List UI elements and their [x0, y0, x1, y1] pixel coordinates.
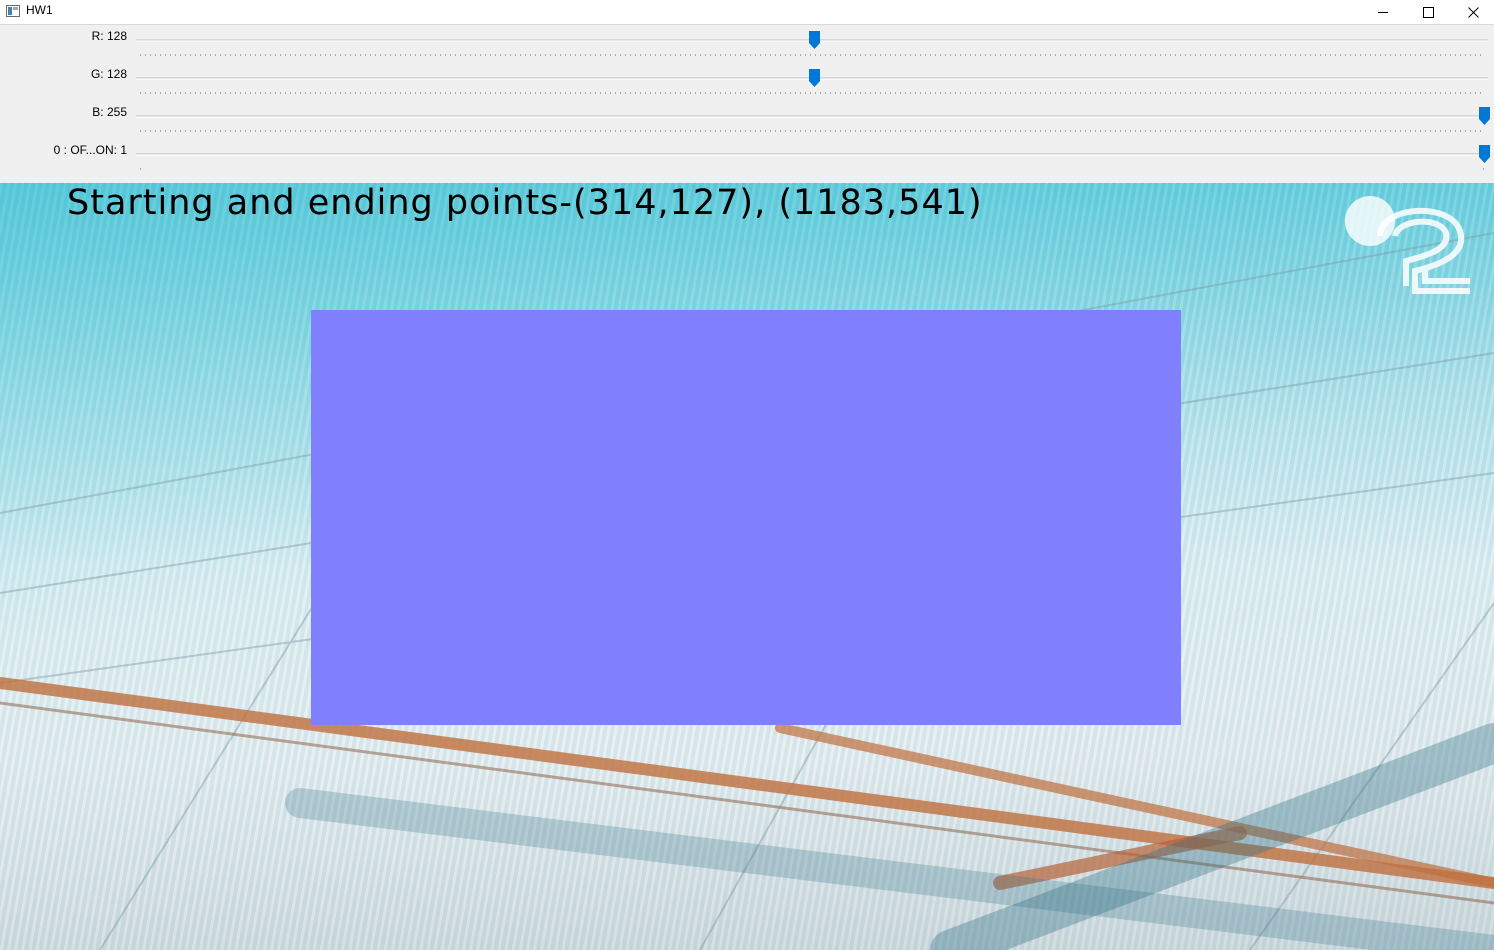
trackbar-switch-ticks — [140, 168, 1484, 170]
trackbar-switch-thumb[interactable] — [1478, 145, 1490, 163]
close-icon — [1467, 6, 1479, 18]
window-titlebar: HW1 — [0, 0, 1494, 25]
watermark-logo — [1340, 191, 1480, 301]
trackbar-g-label: G: 128 — [90, 67, 127, 81]
maximize-icon — [1422, 6, 1434, 18]
trackbar-g: G: 128 — [0, 65, 1494, 103]
trackbar-panel: R: 128 G: 128 B: 255 0 : OF...ON: 1 — [0, 25, 1494, 183]
app-window-icon — [6, 4, 20, 18]
minimize-button[interactable] — [1360, 0, 1406, 24]
trackbar-b-thumb[interactable] — [1478, 107, 1490, 125]
trackbar-r-ticks — [140, 54, 1484, 56]
minimize-icon — [1377, 7, 1389, 18]
trackbar-b-ticks — [140, 130, 1484, 132]
drawn-rectangle — [311, 310, 1181, 725]
trackbar-r-thumb[interactable] — [809, 31, 821, 49]
trackbar-switch-label: 0 : OF...ON: 1 — [53, 143, 127, 157]
trackbar-b-track[interactable] — [136, 115, 1488, 118]
points-caption: Starting and ending points-(314,127), (1… — [67, 183, 983, 223]
trackbar-switch-track[interactable] — [136, 153, 1488, 156]
close-button[interactable] — [1450, 0, 1494, 24]
trackbar-r-label: R: 128 — [91, 29, 127, 43]
trackbar-switch: 0 : OF...ON: 1 — [0, 141, 1494, 179]
trackbar-r: R: 128 — [0, 27, 1494, 65]
trackbar-b: B: 255 — [0, 103, 1494, 141]
image-canvas[interactable]: Starting and ending points-(314,127), (1… — [0, 183, 1494, 950]
trackbar-g-ticks — [140, 92, 1484, 94]
trackbar-g-thumb[interactable] — [809, 69, 821, 87]
maximize-button[interactable] — [1405, 0, 1451, 24]
window-title: HW1 — [26, 3, 53, 17]
trackbar-b-label: B: 255 — [92, 105, 127, 119]
